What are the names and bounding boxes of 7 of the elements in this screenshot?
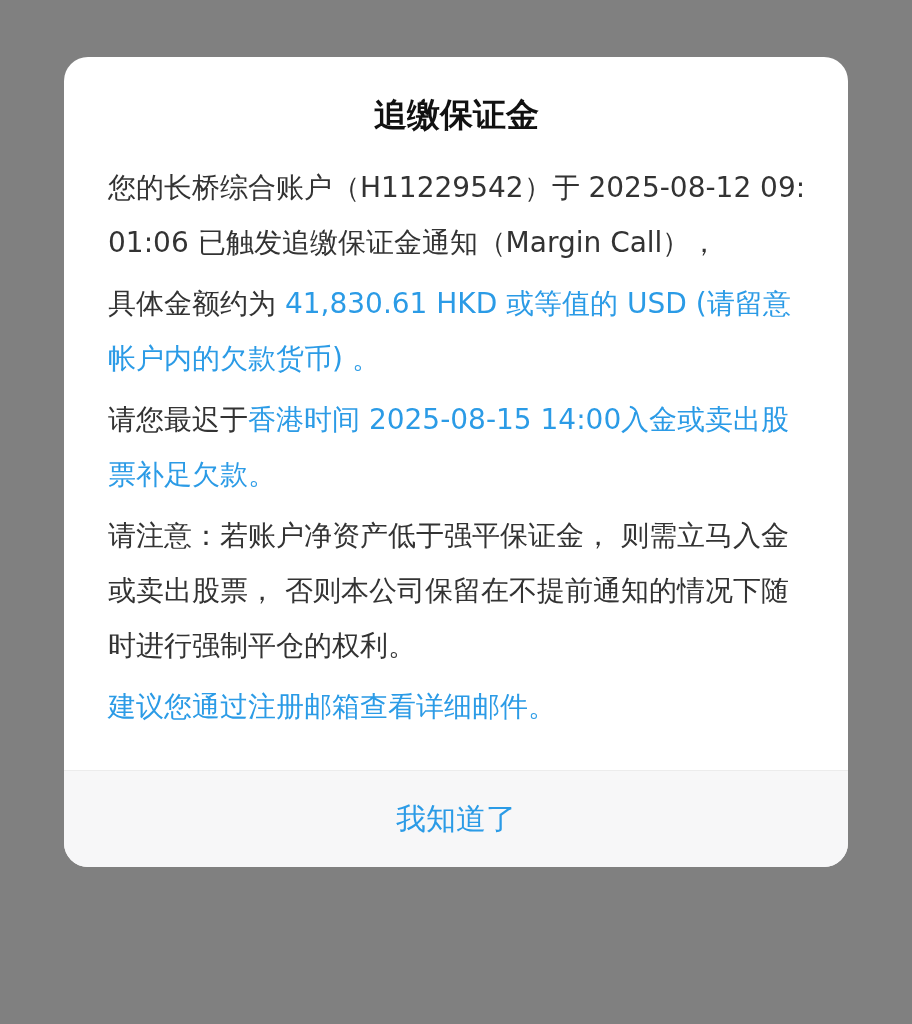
message-paragraph: 您的长桥综合账户（H11229542）于 2025-08-12 09:01:06 已触发追缴保证金通知（Margin Call），: [108, 170, 807, 261]
message-paragraph: 请注意：若账户净资产低于强平保证金， 则需立马入金或卖出股票， 否则本公司保留在不提前通知的情况下随时进行强制平仓的权利。: [108, 518, 790, 664]
message-paragraph: 建议您通过注册邮箱查看详细邮件。: [108, 689, 557, 725]
message-paragraph: 具体金额约为 41,830.61 HKD 或等值的 USD (请留意帐户内的欠款货币) 。: [108, 286, 792, 377]
message-paragraph: 请您最迟于香港时间 2025-08-15 14:00入金或卖出股票补足欠款。: [108, 402, 791, 493]
dialog-title: 追缴保证金: [372, 94, 540, 136]
acknowledge-button[interactable]: 我知道了: [376, 790, 536, 848]
